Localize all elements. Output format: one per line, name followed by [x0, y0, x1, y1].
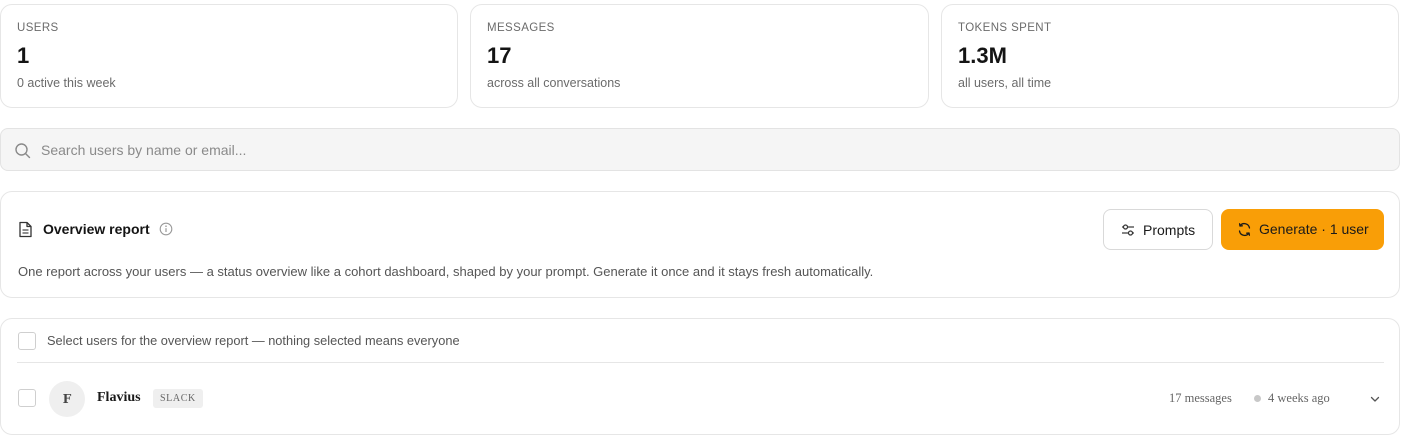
overview-report-card: Overview report Prompts Generate · 1 use…: [0, 191, 1400, 298]
user-name: Flavius: [97, 390, 141, 405]
stat-value: 1: [17, 43, 30, 68]
generate-button-label: Generate · 1 user: [1259, 221, 1369, 237]
prompts-button-label: Prompts: [1143, 222, 1196, 238]
prompts-button[interactable]: Prompts: [1103, 209, 1213, 250]
report-description: One report across your users — a status …: [18, 264, 874, 279]
info-icon[interactable]: [159, 222, 173, 236]
select-all-checkbox[interactable]: [18, 332, 36, 350]
avatar: F: [49, 381, 85, 417]
last-active: 4 weeks ago: [1268, 391, 1330, 405]
stat-subtext: across all conversations: [487, 76, 621, 90]
stat-card-tokens: TOKENS SPENT 1.3M all users, all time: [941, 4, 1399, 108]
stat-subtext: 0 active this week: [17, 76, 116, 90]
stat-subtext: all users, all time: [958, 76, 1052, 90]
select-all-label: Select users for the overview report — n…: [47, 333, 460, 348]
sliders-icon: [1122, 224, 1134, 236]
stat-label: TOKENS SPENT: [958, 22, 1052, 34]
stat-value: 1.3M: [958, 43, 1007, 68]
user-row-checkbox[interactable]: [18, 389, 36, 407]
search-icon: [15, 143, 31, 159]
users-list-card: Select users for the overview report — n…: [0, 318, 1400, 435]
refresh-icon: [1238, 222, 1251, 237]
search-placeholder: Search users by name or email...: [41, 142, 247, 158]
generate-button[interactable]: Generate · 1 user: [1221, 209, 1384, 250]
search-input[interactable]: Search users by name or email...: [0, 128, 1400, 171]
stat-value: 17: [487, 43, 512, 68]
status-dot: [1254, 395, 1261, 402]
document-icon: [19, 221, 32, 238]
source-badge: SLACK: [153, 389, 203, 408]
chevron-down-icon[interactable]: [1369, 393, 1381, 405]
stat-card-messages: MESSAGES 17 across all conversations: [470, 4, 929, 108]
message-count: 17 messages: [1169, 391, 1232, 405]
stat-label: MESSAGES: [487, 22, 555, 34]
stat-label: USERS: [17, 22, 59, 34]
stat-card-users: USERS 1 0 active this week: [0, 4, 458, 108]
divider: [17, 362, 1384, 363]
stats-row: USERS 1 0 active this week MESSAGES 17 a…: [0, 4, 1400, 108]
report-title: Overview report: [43, 221, 150, 237]
